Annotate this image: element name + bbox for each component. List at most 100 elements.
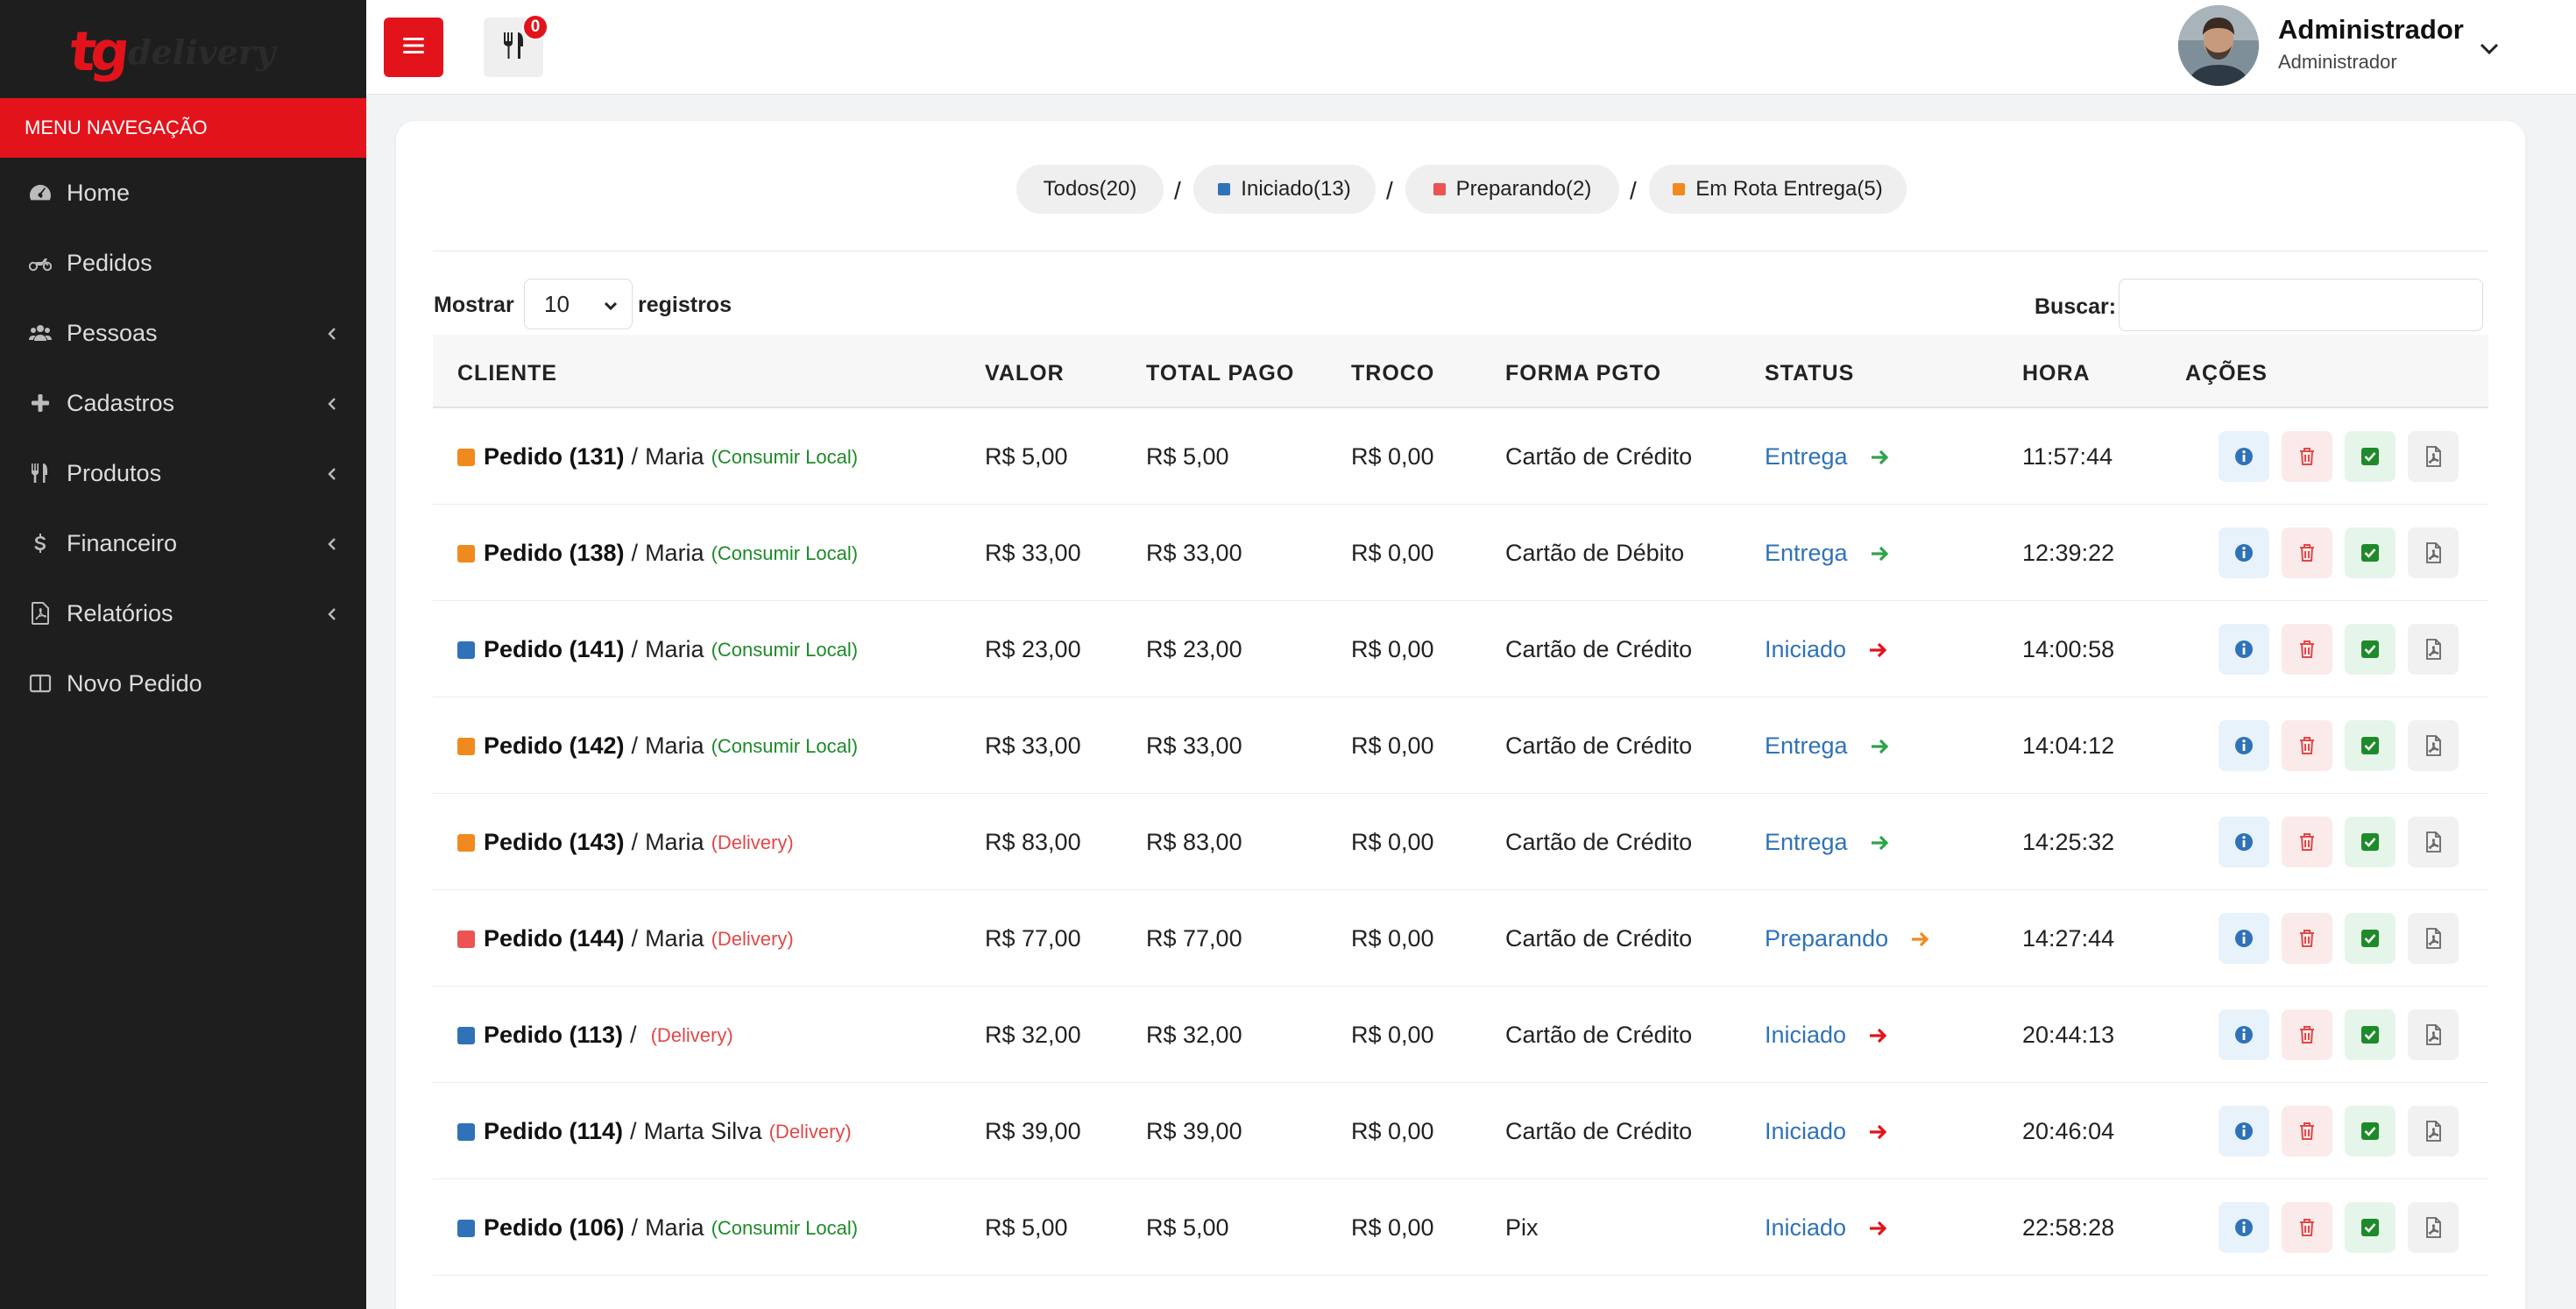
status-label[interactable]: Iniciado [1765, 1022, 1846, 1049]
cell-forma-pgto: Cartão de Crédito [1505, 1022, 1693, 1048]
cell-status[interactable]: Iniciado [1765, 1022, 1890, 1049]
order-number[interactable]: Pedido (144) [484, 925, 625, 952]
brand-logo[interactable]: tg delivery [67, 12, 275, 83]
col-valor[interactable]: VALOR [985, 361, 1065, 386]
pdf-button[interactable] [2408, 624, 2459, 675]
cell-status[interactable]: Iniciado [1765, 1214, 1890, 1242]
col-troco[interactable]: TROCO [1351, 361, 1434, 386]
info-button[interactable] [2219, 1106, 2269, 1157]
status-label[interactable]: Preparando [1765, 925, 1888, 952]
confirm-button[interactable] [2345, 527, 2396, 578]
delete-button[interactable] [2282, 1106, 2332, 1157]
table-row[interactable]: Pedido (138) / Maria (Consumir Local) R$ 33,… [433, 505, 2488, 601]
sidebar-item-cadastros[interactable]: Cadastros [0, 368, 366, 438]
sidebar-item-pedidos[interactable]: Pedidos [0, 228, 366, 298]
delete-button[interactable] [2282, 431, 2332, 482]
confirm-button[interactable] [2345, 817, 2396, 867]
order-number[interactable]: Pedido (106) [484, 1214, 625, 1242]
cell-status[interactable]: Preparando [1765, 925, 1932, 952]
confirm-button[interactable] [2345, 1106, 2396, 1157]
order-number[interactable]: Pedido (141) [484, 636, 625, 663]
info-button[interactable] [2219, 1202, 2269, 1253]
sidebar-item-pessoas[interactable]: Pessoas [0, 298, 366, 368]
pdf-button[interactable] [2408, 1106, 2459, 1157]
col-forma-pgto[interactable]: FORMA PGTO [1505, 361, 1661, 386]
status-label[interactable]: Entrega [1765, 443, 1848, 471]
col-total-pago[interactable]: TOTAL PAGO [1146, 361, 1294, 386]
status-label[interactable]: Entrega [1765, 732, 1848, 760]
sidebar-item-produtos[interactable]: Produtos [0, 438, 366, 508]
info-button[interactable] [2219, 527, 2269, 578]
delete-button[interactable] [2282, 913, 2332, 964]
confirm-button[interactable] [2345, 624, 2396, 675]
table-row[interactable]: Pedido (143) / Maria (Delivery) R$ 83,00 R$ 8… [433, 794, 2488, 890]
delete-button[interactable] [2282, 1009, 2332, 1060]
cell-status[interactable]: Entrega [1765, 732, 1892, 760]
table-row[interactable]: Pedido (106) / Maria (Consumir Local) R$ 5,0… [433, 1179, 2488, 1276]
confirm-button[interactable] [2345, 431, 2396, 482]
confirm-button[interactable] [2345, 1009, 2396, 1060]
user-menu-chevron-icon[interactable] [2474, 33, 2504, 63]
confirm-button[interactable] [2345, 1202, 2396, 1253]
info-button[interactable] [2219, 1009, 2269, 1060]
table-row[interactable]: Pedido (141) / Maria (Consumir Local) R$ 23,… [433, 601, 2488, 697]
pdf-button[interactable] [2408, 431, 2459, 482]
user-name[interactable]: Administrador [2278, 14, 2464, 46]
order-number[interactable]: Pedido (138) [484, 540, 625, 567]
menu-toggle-button[interactable] [384, 18, 443, 77]
cell-status[interactable]: Entrega [1765, 443, 1892, 471]
order-number[interactable]: Pedido (113) [484, 1022, 623, 1049]
info-button[interactable] [2219, 817, 2269, 867]
sidebar-item-financeiro[interactable]: Financeiro [0, 508, 366, 578]
table-row[interactable]: Pedido (142) / Maria (Consumir Local) R$ 33,… [433, 697, 2488, 794]
avatar[interactable] [2178, 5, 2259, 86]
info-button[interactable] [2219, 431, 2269, 482]
cell-status[interactable]: Entrega [1765, 540, 1892, 567]
status-label[interactable]: Entrega [1765, 540, 1848, 567]
cell-status[interactable]: Entrega [1765, 829, 1892, 856]
status-label[interactable]: Entrega [1765, 829, 1848, 856]
sidebar-item-novo-pedido[interactable]: Novo Pedido [0, 648, 366, 718]
delete-button[interactable] [2282, 817, 2332, 867]
pdf-button[interactable] [2408, 913, 2459, 964]
sidebar-item-home[interactable]: Home [0, 158, 366, 228]
filter-on-route[interactable]: Em Rota Entrega(5) [1649, 165, 1907, 214]
order-number[interactable]: Pedido (131) [484, 443, 625, 471]
delete-button[interactable] [2282, 720, 2332, 771]
delete-button[interactable] [2282, 527, 2332, 578]
order-number[interactable]: Pedido (142) [484, 732, 625, 760]
filter-started[interactable]: Iniciado(13) [1193, 165, 1376, 214]
pdf-button[interactable] [2408, 720, 2459, 771]
table-row[interactable]: Pedido (131) / Maria (Consumir Local) R$ 5,0… [433, 408, 2488, 505]
pdf-button[interactable] [2408, 527, 2459, 578]
cell-status[interactable]: Iniciado [1765, 636, 1890, 663]
pdf-button[interactable] [2408, 1202, 2459, 1253]
table-row[interactable]: Pedido (144) / Maria (Delivery) R$ 77,00 R$ 7… [433, 890, 2488, 987]
order-number[interactable]: Pedido (114) [484, 1118, 623, 1145]
filter-preparing[interactable]: Preparando(2) [1405, 165, 1619, 214]
delete-button[interactable] [2282, 1202, 2332, 1253]
pdf-button[interactable] [2408, 817, 2459, 867]
order-number[interactable]: Pedido (143) [484, 829, 625, 856]
info-button[interactable] [2219, 624, 2269, 675]
filter-all[interactable]: Todos(20) [1016, 165, 1164, 214]
cell-status[interactable]: Iniciado [1765, 1118, 1890, 1145]
info-button[interactable] [2219, 720, 2269, 771]
status-label[interactable]: Iniciado [1765, 1118, 1846, 1145]
info-button[interactable] [2219, 913, 2269, 964]
pdf-button[interactable] [2408, 1009, 2459, 1060]
col-cliente[interactable]: CLIENTE [457, 361, 557, 386]
delete-button[interactable] [2282, 624, 2332, 675]
status-label[interactable]: Iniciado [1765, 636, 1846, 663]
table-row[interactable]: Pedido (113) / (Delivery) R$ 32,00 R$ 32,00 R… [433, 987, 2488, 1083]
orders-button[interactable]: 0 [484, 14, 548, 77]
search-input[interactable] [2119, 279, 2483, 331]
status-label[interactable]: Iniciado [1765, 1214, 1846, 1242]
confirm-button[interactable] [2345, 913, 2396, 964]
col-hora[interactable]: HORA [2022, 361, 2091, 386]
sidebar-item-relatorios[interactable]: Relatórios [0, 578, 366, 648]
col-status[interactable]: STATUS [1765, 361, 1854, 386]
page-size-select[interactable]: 10 [524, 279, 633, 329]
confirm-button[interactable] [2345, 720, 2396, 771]
table-row[interactable]: Pedido (114) / Marta Silva (Delivery) R$ 39,… [433, 1083, 2488, 1179]
